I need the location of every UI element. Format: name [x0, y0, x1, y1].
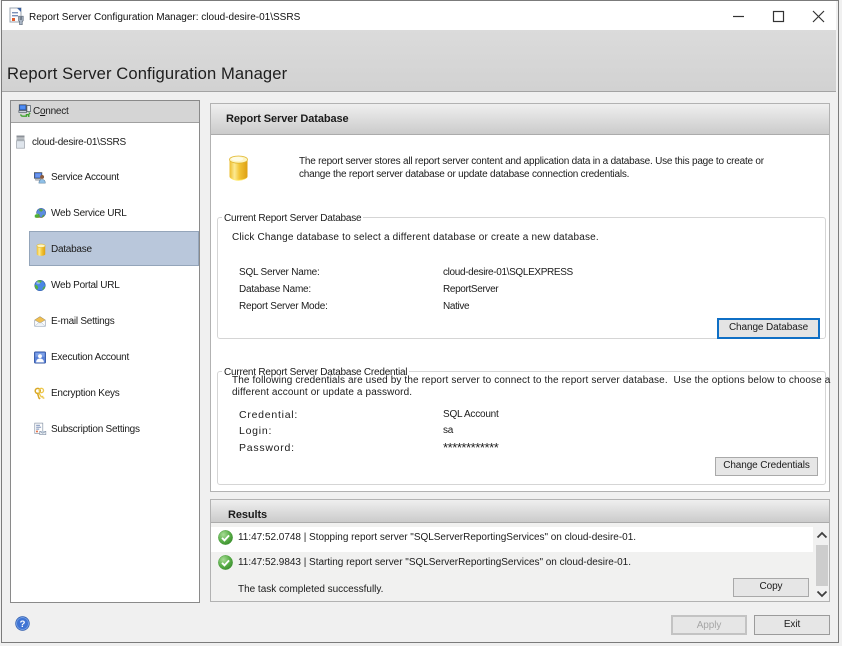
svg-text:?: ? — [20, 619, 26, 630]
